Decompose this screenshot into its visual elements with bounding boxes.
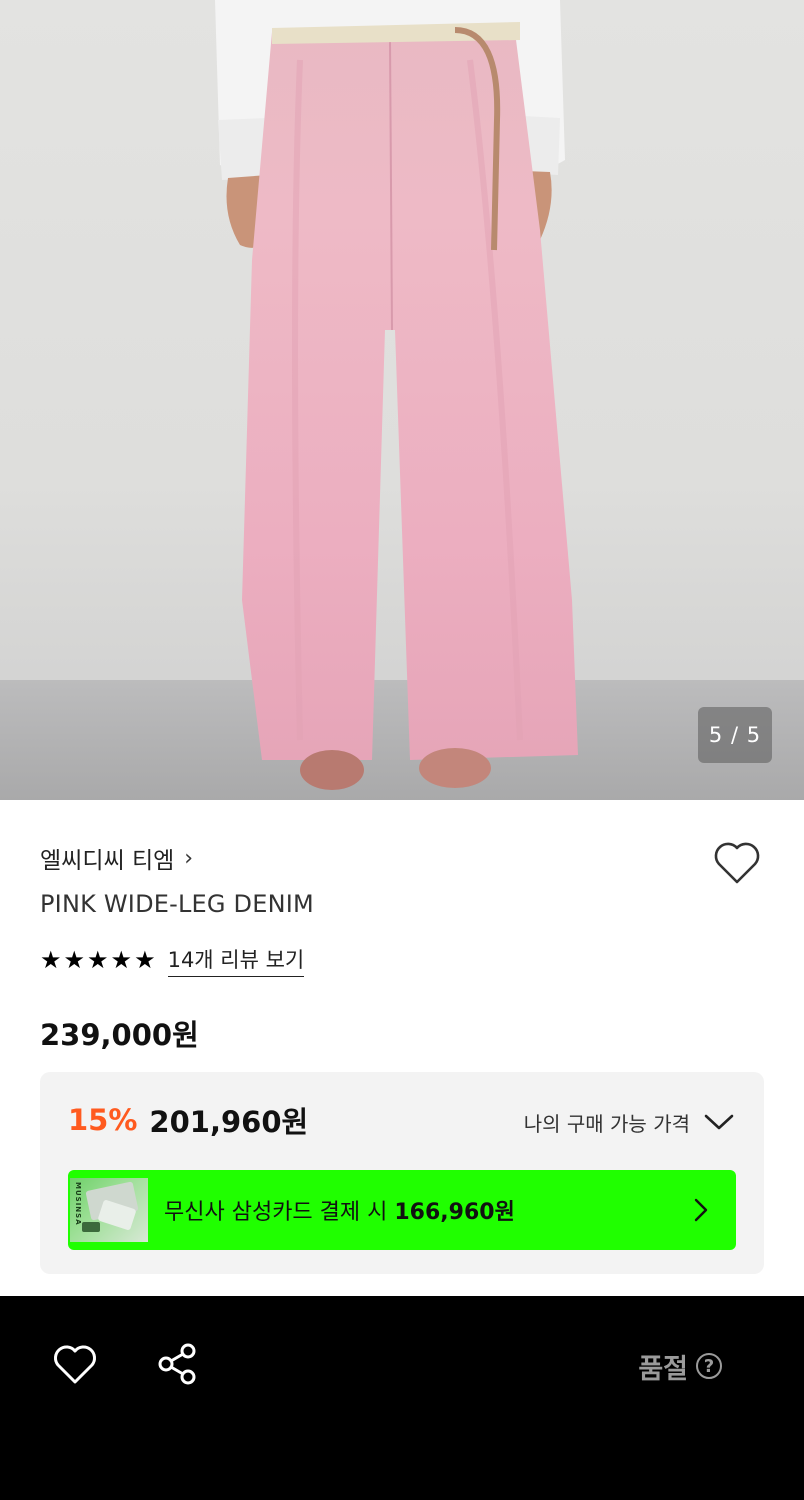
card-promo-banner[interactable]: MUSINSA 무신사 삼성카드 결제 시 166,960원 (68, 1170, 736, 1250)
star-icon: ★ (134, 946, 156, 974)
star-icon: ★ (110, 946, 133, 974)
star-icon: ★ (40, 946, 62, 974)
product-photo-illustration (0, 0, 804, 800)
card-promo-price: 166,960원 (394, 1200, 515, 1225)
discount-row: 15% 201,960원 (68, 1096, 308, 1144)
help-icon[interactable]: ? (696, 1353, 722, 1379)
chevron-down-icon (704, 1114, 734, 1130)
my-price-label: 나의 구매 가능 가격 (523, 1111, 690, 1136)
chevron-right-icon (694, 1198, 708, 1222)
card-promo-prefix: 무신사 삼성카드 결제 시 (164, 1200, 395, 1225)
card-thumb-label: MUSINSA (74, 1182, 82, 1226)
heart-icon (714, 842, 760, 884)
soldout-status: 품절 ? (638, 1346, 722, 1386)
card-promo-text: 무신사 삼성카드 결제 시 166,960원 (164, 1194, 694, 1226)
my-price-toggle[interactable]: 나의 구매 가능 가격 (524, 1102, 734, 1142)
share-button[interactable] (156, 1342, 200, 1390)
star-icon: ★ (87, 946, 109, 974)
card-thumbnail: MUSINSA (70, 1178, 148, 1242)
brand-name: 엘씨디씨 티엠 (40, 848, 175, 874)
image-counter: 5 / 5 (698, 707, 772, 763)
star-icon: ★ (63, 946, 86, 974)
price-box: 15% 201,960원 나의 구매 가능 가격 MUSINSA 무신사 삼성카… (40, 1072, 764, 1274)
star-rating: ★ ★ ★ ★ ★ (40, 948, 156, 972)
wishlist-button[interactable] (712, 840, 762, 886)
soldout-text: 품절 (638, 1353, 688, 1385)
chevron-right-icon: › (184, 845, 194, 871)
original-price: 239,000원 (40, 1018, 199, 1052)
heart-icon (54, 1345, 96, 1384)
bottom-action-bar: 품절 ? (0, 1296, 804, 1500)
discount-percent: 15% (68, 1103, 138, 1137)
wishlist-bottom-button[interactable] (52, 1344, 98, 1390)
product-title: PINK WIDE-LEG DENIM (40, 890, 314, 918)
rating-row: ★ ★ ★ ★ ★ 14개 리뷰 보기 (40, 942, 305, 978)
share-icon (158, 1343, 196, 1385)
discount-price: 201,960원 (149, 1105, 309, 1139)
review-link[interactable]: 14개 리뷰 보기 (167, 944, 305, 977)
brand-link[interactable]: 엘씨디씨 티엠 › (40, 840, 193, 876)
product-image[interactable]: 5 / 5 (0, 0, 804, 800)
